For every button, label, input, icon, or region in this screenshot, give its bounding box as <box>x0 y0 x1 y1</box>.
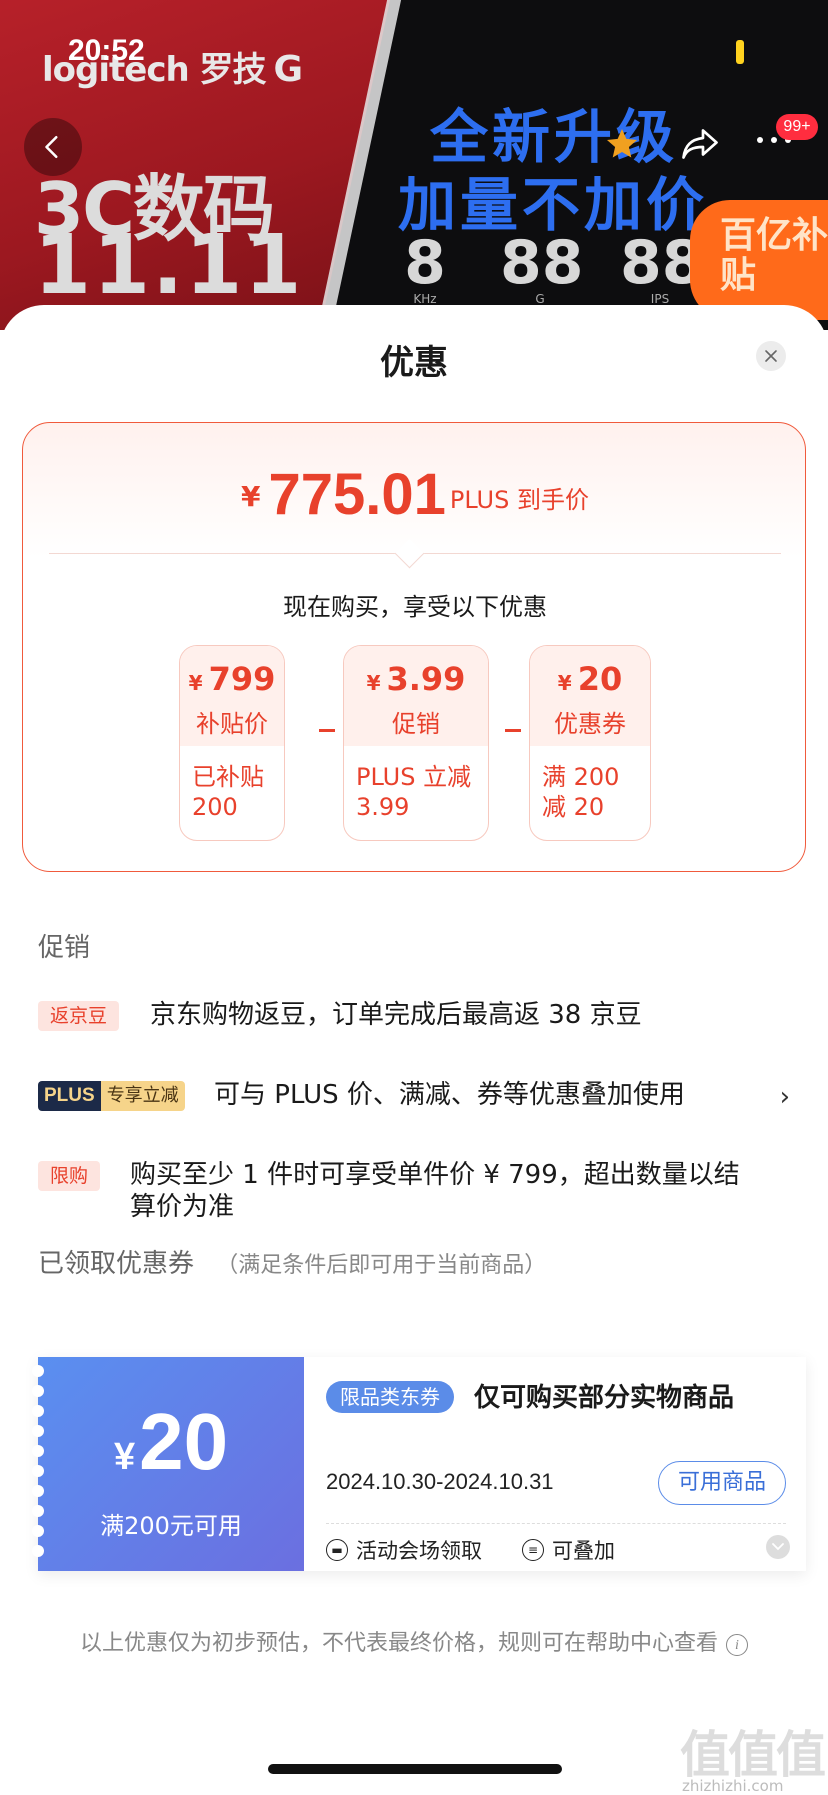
coupon-divider <box>326 1523 786 1524</box>
coupon-feature-stack: ≡ 可叠加 <box>522 1535 615 1565</box>
spec-g: 88 G <box>500 228 584 306</box>
coupon-date: 2024.10.30-2024.10.31 <box>326 1469 554 1494</box>
info-icon[interactable]: i <box>726 1634 748 1656</box>
promotions-title: 促销 <box>38 933 91 963</box>
battery-icon <box>736 40 744 64</box>
favorite-star-icon[interactable] <box>604 126 640 162</box>
share-icon[interactable] <box>680 126 720 162</box>
product-banner: logitech 罗技 G 3C数码 11.11 全新升级 加量不加价 8 KHz … <box>0 0 828 330</box>
coupons-title: 已领取优惠券 （满足条件后即可用于当前商品） <box>38 1249 547 1279</box>
chevron-down-icon <box>772 1543 784 1551</box>
divider-caret <box>394 538 425 569</box>
plus-tag: PLUS 专享立减 <box>38 1081 185 1111</box>
logitech-g-icon: G <box>273 49 304 90</box>
price-card: ¥775.01 PLUS 到手价 现在购买，享受以下优惠 ¥799 补贴价 已补贴… <box>22 422 806 872</box>
discount-subsidy: ¥799 补贴价 已补贴 200 <box>179 645 285 841</box>
coupons-subtitle: （满足条件后即可用于当前商品） <box>216 1253 547 1278</box>
watermark-url: zhizhizhi.com <box>682 1777 784 1795</box>
coupon-desc: 仅可购买部分实物商品 <box>474 1383 735 1413</box>
ticket-icon: ▬ <box>326 1539 348 1561</box>
expand-button[interactable] <box>766 1535 790 1559</box>
coupon-feature-source: ▬ 活动会场领取 <box>326 1535 482 1565</box>
minus-sign <box>505 729 521 732</box>
enjoy-text: 现在购买，享受以下优惠 <box>283 593 547 621</box>
close-button[interactable] <box>756 341 786 371</box>
sheet-title: 优惠 <box>380 343 448 383</box>
coupon-card[interactable]: ¥20 满200元可用 限品类东券 仅可购买部分实物商品 2024.10.30-… <box>32 1357 806 1571</box>
spec-ips: 88 IPS <box>620 228 704 306</box>
stack-icon: ≡ <box>522 1539 544 1561</box>
promo-text: 购买至少 1 件时可享受单件价 ¥ 799，超出数量以结算价为准 <box>130 1160 740 1222</box>
discount-label: 优惠券 <box>554 710 626 738</box>
watermark-logo: 值值值 zhizhizhi.com <box>680 1726 826 1795</box>
promo-text: 京东购物返豆，订单完成后最高返 38 京豆 <box>150 1000 642 1030</box>
discount-promo: ¥3.99 促销 PLUS 立减 3.99 <box>343 645 489 841</box>
minus-sign <box>319 729 335 732</box>
promo-text: 可与 PLUS 价、满减、券等优惠叠加使用 <box>214 1080 685 1110</box>
back-button[interactable] <box>24 118 82 176</box>
banner-date: 11.11 <box>34 218 304 313</box>
spec-khz: 8 KHz <box>404 228 446 306</box>
close-icon <box>765 350 777 362</box>
coupon-value-panel: ¥20 满200元可用 <box>32 1357 304 1571</box>
discount-label: 补贴价 <box>196 710 268 738</box>
final-price-label: PLUS 到手价 <box>449 486 589 514</box>
status-time: 20:52 <box>68 34 145 67</box>
promo-tag: 限购 <box>38 1161 101 1191</box>
discount-label: 促销 <box>392 710 440 738</box>
coupon-amount: ¥20 <box>113 1397 229 1486</box>
discount-coupon: ¥20 优惠券 满 200 减 20 <box>529 645 651 841</box>
home-indicator <box>268 1764 562 1774</box>
promo-tag: 返京豆 <box>38 1001 120 1031</box>
coupon-type-badge: 限品类东券 <box>326 1381 454 1413</box>
message-count-badge: 99+ <box>776 114 818 140</box>
currency-symbol: ¥ <box>241 480 261 513</box>
subsidy-badge: 百亿补贴 <box>690 200 828 320</box>
chevron-left-icon <box>45 135 58 159</box>
chevron-right-icon: › <box>779 1082 790 1112</box>
final-price: ¥775.01 PLUS 到手价 <box>23 461 807 528</box>
coupon-condition: 满200元可用 <box>100 1512 242 1540</box>
final-price-amount: 775.01 <box>268 462 446 527</box>
disclaimer: 以上优惠仅为初步预估，不代表最终价格，规则可在帮助中心查看 i <box>0 1625 828 1657</box>
eligible-products-button[interactable]: 可用商品 <box>658 1461 786 1505</box>
